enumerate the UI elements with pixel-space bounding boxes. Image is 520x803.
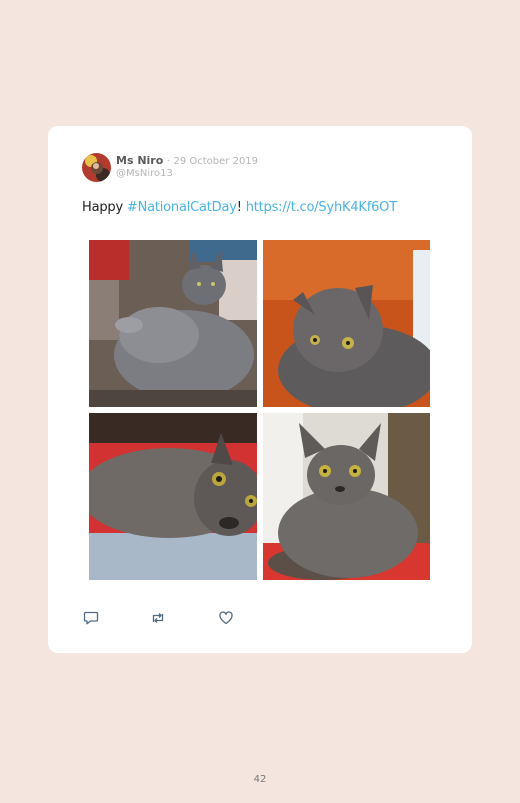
photo-3[interactable] [89, 413, 257, 580]
page-number: 42 [253, 774, 267, 785]
tweet-date[interactable]: 29 October 2019 [173, 156, 258, 167]
author-line: Ms Niro · 29 October 2019 [116, 154, 258, 167]
tweet-text-prefix: Happy [82, 200, 127, 215]
retweet-icon[interactable] [150, 610, 166, 626]
tweet-text-mid: ! [236, 200, 246, 215]
url-link[interactable]: https://t.co/SyhK4Kf6OT [246, 200, 397, 215]
tweet-card: Ms Niro · 29 October 2019 @MsNiro13 Happ… [48, 126, 472, 653]
photo-4[interactable] [263, 413, 430, 580]
photo-1[interactable] [89, 240, 257, 407]
photo-2[interactable] [263, 240, 430, 407]
tweet-text: Happy #NationalCatDay! https://t.co/SyhK… [82, 200, 397, 215]
author-handle[interactable]: @MsNiro13 [116, 168, 173, 179]
separator-dot: · [166, 156, 170, 167]
reply-icon[interactable] [83, 610, 99, 626]
author-name[interactable]: Ms Niro [116, 154, 163, 167]
hashtag-link[interactable]: #NationalCatDay [127, 200, 237, 215]
avatar[interactable] [82, 153, 111, 182]
heart-icon[interactable] [218, 610, 234, 626]
